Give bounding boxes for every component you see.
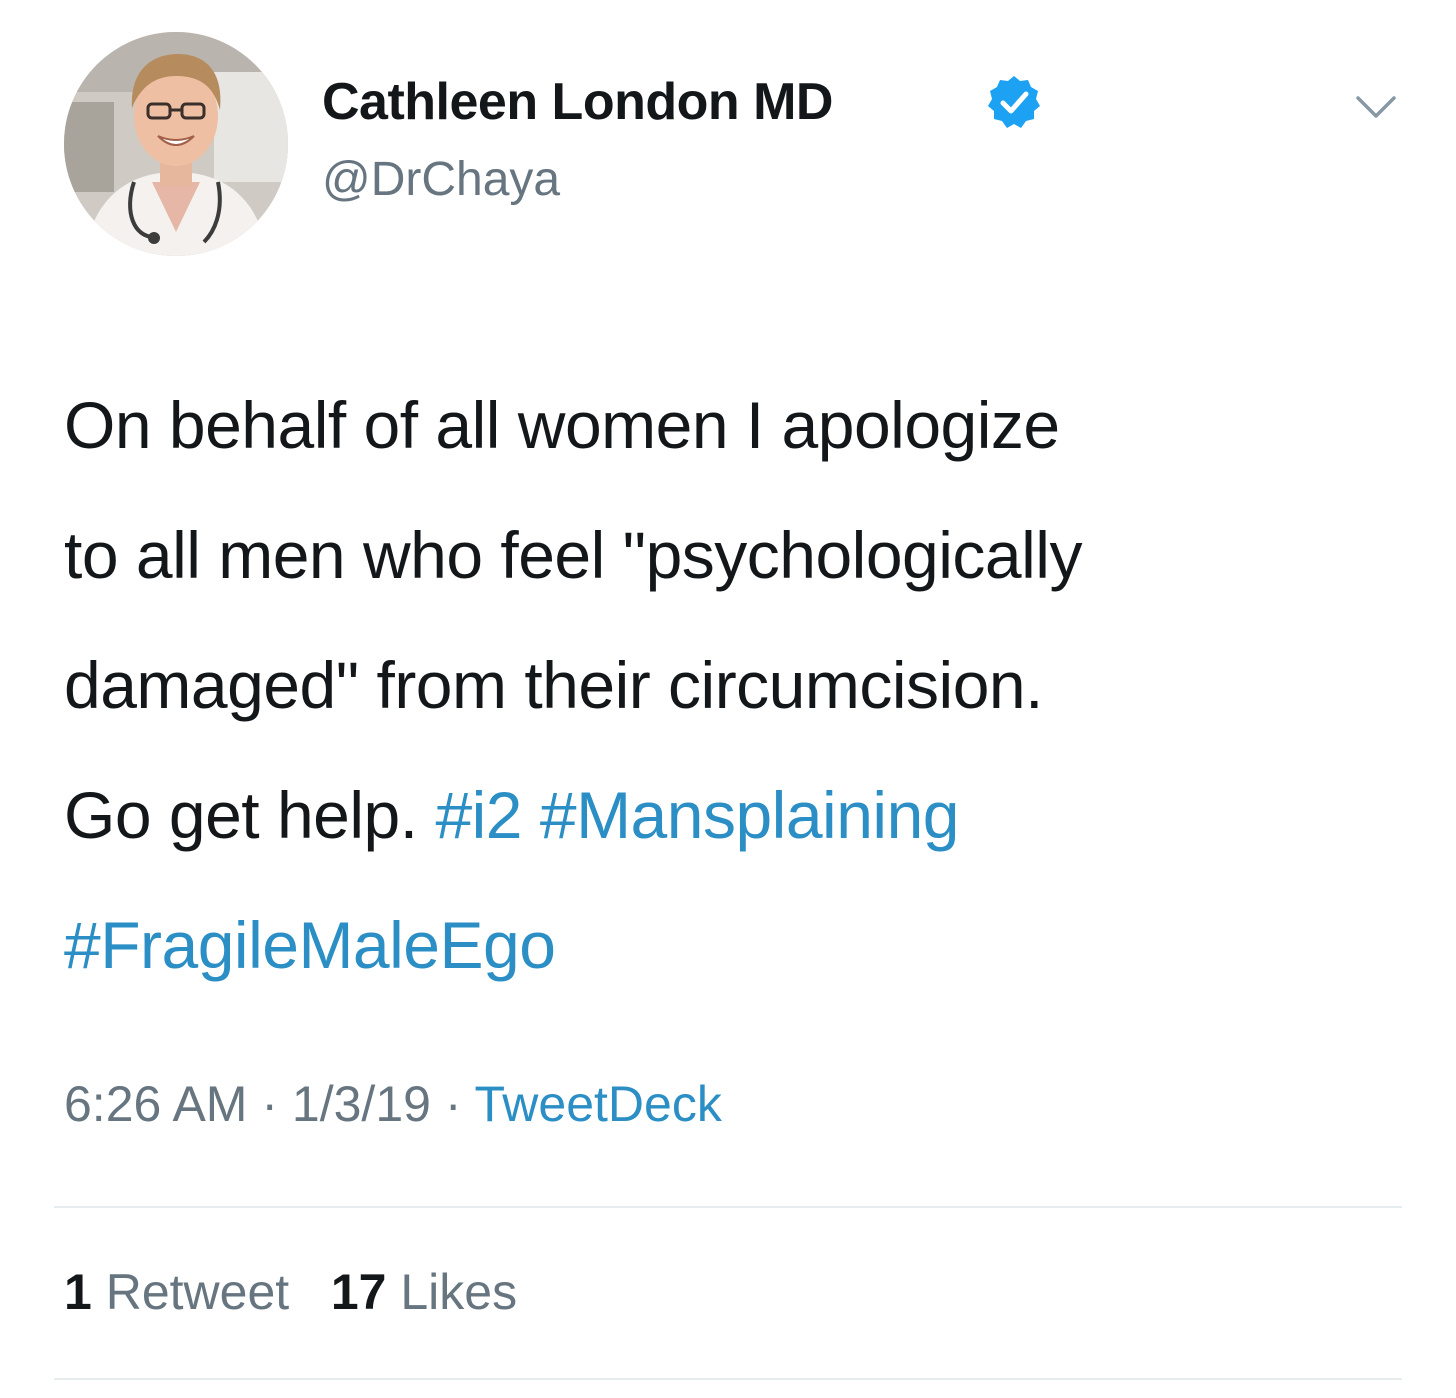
meta-separator: · (444, 1076, 462, 1132)
tweet-date[interactable]: 1/3/19 (292, 1076, 431, 1132)
hashtag-link[interactable]: #i2 (435, 778, 522, 852)
hashtag-link[interactable]: #FragileMaleEgo (64, 908, 556, 982)
likes-label: Likes (400, 1264, 518, 1320)
verified-icon (988, 76, 1040, 128)
avatar[interactable] (64, 32, 288, 256)
divider (54, 1206, 1402, 1208)
tweet-text-fragment: Go get help. (64, 778, 418, 852)
retweets-count: 1 (64, 1264, 92, 1320)
likes-count: 17 (330, 1264, 387, 1320)
tweet-stats: 1 Retweet 17 Likes (64, 1262, 517, 1322)
chevron-down-icon[interactable] (1352, 90, 1400, 124)
tweet-text-line: damaged" from their circumcision. (64, 648, 1043, 722)
meta-separator: · (261, 1076, 279, 1132)
likes-stat[interactable]: 17 Likes (331, 1264, 517, 1320)
hashtag-link[interactable]: #Mansplaining (540, 778, 960, 852)
tweet-text-line: On behalf of all women I apologize (64, 388, 1060, 462)
user-handle[interactable]: @DrChaya (322, 152, 560, 208)
retweets-stat[interactable]: 1 Retweet (64, 1264, 289, 1320)
tweet-source-link[interactable]: TweetDeck (475, 1076, 722, 1132)
tweet-text-line: to all men who feel "psychologically (64, 518, 1082, 592)
divider (54, 1378, 1402, 1380)
tweet-text-line: #FragileMaleEgo (64, 880, 1424, 1010)
avatar-image (64, 32, 288, 256)
retweets-label: Retweet (105, 1264, 290, 1320)
tweet-card: Cathleen London MD @DrChaya On behalf of… (0, 0, 1456, 1398)
tweet-meta: 6:26 AM · 1/3/19 · TweetDeck (64, 1074, 722, 1134)
tweet-text-line: Go get help. #i2 #Mansplaining (64, 750, 1424, 880)
tweet-text: On behalf of all women I apologize to al… (64, 360, 1424, 1010)
tweet-time[interactable]: 6:26 AM (64, 1076, 247, 1132)
display-name[interactable]: Cathleen London MD (322, 72, 833, 132)
